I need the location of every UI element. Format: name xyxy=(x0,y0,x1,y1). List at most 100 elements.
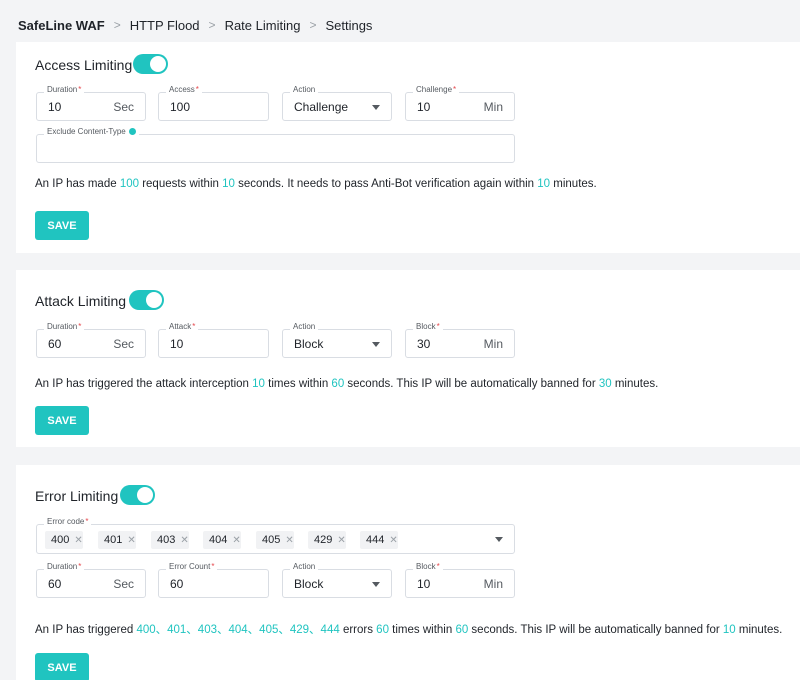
attack-limiting-description: An IP has triggered the attack intercept… xyxy=(35,378,658,390)
access-challenge-unit: Min xyxy=(483,100,503,114)
access-limiting-toggle[interactable] xyxy=(133,54,168,74)
attack-block-label: Block xyxy=(416,322,436,331)
exclude-content-type-input[interactable]: Exclude Content-Type xyxy=(36,127,515,163)
access-duration-label: Duration xyxy=(47,85,78,94)
desc-value: 10 xyxy=(252,378,265,390)
access-duration-value: 10 xyxy=(48,100,62,114)
access-count-field[interactable]: Access* 100 xyxy=(158,85,269,121)
desc-text: times within xyxy=(264,378,332,390)
desc-text: times within xyxy=(388,624,456,636)
desc-text: errors xyxy=(339,624,377,636)
attack-block-field[interactable]: Block* 30 Min xyxy=(405,322,515,358)
desc-text: seconds. It needs to pass Anti-Bot verif… xyxy=(234,178,538,190)
attack-action-select[interactable]: Action Block xyxy=(282,322,392,358)
error-code-select[interactable]: Error code* 400 ✕ 401 ✕ 403 ✕ 404 ✕ 405 ✕ 429… xyxy=(36,517,515,554)
exclude-content-type-label: Exclude Content-Type xyxy=(47,127,126,136)
error-block-label: Block xyxy=(416,562,436,571)
error-limiting-description: An IP has triggered 400、401、403、404、405、… xyxy=(35,621,782,637)
desc-text: An IP has triggered the attack intercept… xyxy=(35,378,253,390)
error-action-select[interactable]: Action Block xyxy=(282,562,392,598)
close-icon[interactable]: ✕ xyxy=(180,535,188,546)
close-icon[interactable]: ✕ xyxy=(127,535,135,546)
error-limiting-toggle[interactable] xyxy=(120,485,155,505)
error-block-unit: Min xyxy=(483,577,503,591)
error-save-button[interactable]: SAVE xyxy=(35,653,89,680)
error-code-tag: 429 ✕ xyxy=(308,531,346,549)
tag-label: 401 xyxy=(104,534,123,546)
desc-text: An IP has made xyxy=(35,178,120,190)
toggle-knob xyxy=(150,56,166,72)
error-code-tag: 444 ✕ xyxy=(360,531,398,549)
access-duration-unit: Sec xyxy=(113,100,134,114)
chevron-down-icon xyxy=(372,582,380,587)
desc-text: seconds. This IP will be automatically b… xyxy=(468,624,723,636)
tag-label: 400 xyxy=(51,534,70,546)
error-block-field[interactable]: Block* 10 Min xyxy=(405,562,515,598)
breadcrumb-http-flood[interactable]: HTTP Flood xyxy=(130,18,200,33)
attack-duration-label: Duration xyxy=(47,322,78,331)
tag-label: 403 xyxy=(157,534,176,546)
error-count-label: Error Count xyxy=(169,562,211,571)
chevron-down-icon xyxy=(495,537,503,542)
error-code-tag: 403 ✕ xyxy=(151,531,189,549)
error-duration-field[interactable]: Duration* 60 Sec xyxy=(36,562,146,598)
error-code-tag: 400 ✕ xyxy=(45,531,83,549)
close-icon[interactable]: ✕ xyxy=(389,535,397,546)
desc-value: 60 xyxy=(331,378,345,390)
chevron-right-icon: > xyxy=(208,18,216,32)
access-action-select[interactable]: Action Challenge xyxy=(282,85,392,121)
tag-label: 405 xyxy=(262,534,281,546)
toggle-knob xyxy=(146,292,162,308)
access-count-label: Access xyxy=(169,85,195,94)
error-duration-label: Duration xyxy=(47,562,78,571)
close-icon[interactable]: ✕ xyxy=(285,535,293,546)
breadcrumb-safeline-waf[interactable]: SafeLine WAF xyxy=(18,18,105,33)
chevron-down-icon xyxy=(372,105,380,110)
access-limiting-title: Access Limiting xyxy=(35,57,133,73)
error-code-label: Error code xyxy=(47,517,85,526)
attack-count-field[interactable]: Attack* 10 xyxy=(158,322,269,358)
desc-value: 400、401、403、404、405、429、444 xyxy=(136,624,340,636)
error-code-tag: 401 ✕ xyxy=(98,531,136,549)
desc-text: minutes. xyxy=(611,378,659,390)
attack-duration-unit: Sec xyxy=(113,337,134,351)
desc-text: An IP has triggered xyxy=(35,624,137,636)
desc-value: 10 xyxy=(537,178,551,190)
access-challenge-field[interactable]: Challenge* 10 Min xyxy=(405,85,515,121)
attack-action-label: Action xyxy=(290,322,319,331)
chevron-right-icon: > xyxy=(309,18,317,32)
error-count-field[interactable]: Error Count* 60 xyxy=(158,562,269,598)
access-save-button[interactable]: SAVE xyxy=(35,211,89,240)
desc-text: minutes. xyxy=(735,624,783,636)
toggle-knob xyxy=(137,487,153,503)
attack-duration-field[interactable]: Duration* 60 Sec xyxy=(36,322,146,358)
access-action-value: Challenge xyxy=(294,100,349,114)
attack-limiting-card: Attack Limiting Duration* 60 Sec Attack*… xyxy=(16,270,800,447)
close-icon[interactable]: ✕ xyxy=(337,535,345,546)
tag-label: 429 xyxy=(314,534,333,546)
desc-value: 60 xyxy=(455,624,469,636)
desc-text: minutes. xyxy=(550,178,597,190)
attack-limiting-toggle[interactable] xyxy=(129,290,164,310)
access-duration-field[interactable]: Duration* 10 Sec xyxy=(36,85,146,121)
desc-value: 60 xyxy=(376,624,389,636)
close-icon[interactable]: ✕ xyxy=(74,535,82,546)
attack-block-unit: Min xyxy=(483,337,503,351)
access-action-label: Action xyxy=(290,85,319,94)
breadcrumb-rate-limiting[interactable]: Rate Limiting xyxy=(225,18,301,33)
attack-count-label: Attack xyxy=(169,322,192,331)
desc-value: 30 xyxy=(598,378,612,390)
desc-text: requests within xyxy=(139,178,223,190)
access-limiting-description: An IP has made 100 requests within 10 se… xyxy=(35,178,597,190)
attack-count-value: 10 xyxy=(170,337,184,351)
error-limiting-title: Error Limiting xyxy=(35,488,119,504)
attack-limiting-title: Attack Limiting xyxy=(35,293,127,309)
desc-value: 10 xyxy=(722,624,736,636)
attack-save-button[interactable]: SAVE xyxy=(35,406,89,435)
close-icon[interactable]: ✕ xyxy=(232,535,240,546)
desc-value: 10 xyxy=(222,178,235,190)
info-icon[interactable] xyxy=(128,128,136,136)
error-count-value: 60 xyxy=(170,577,184,591)
error-action-value: Block xyxy=(294,577,324,591)
attack-action-value: Block xyxy=(294,337,324,351)
